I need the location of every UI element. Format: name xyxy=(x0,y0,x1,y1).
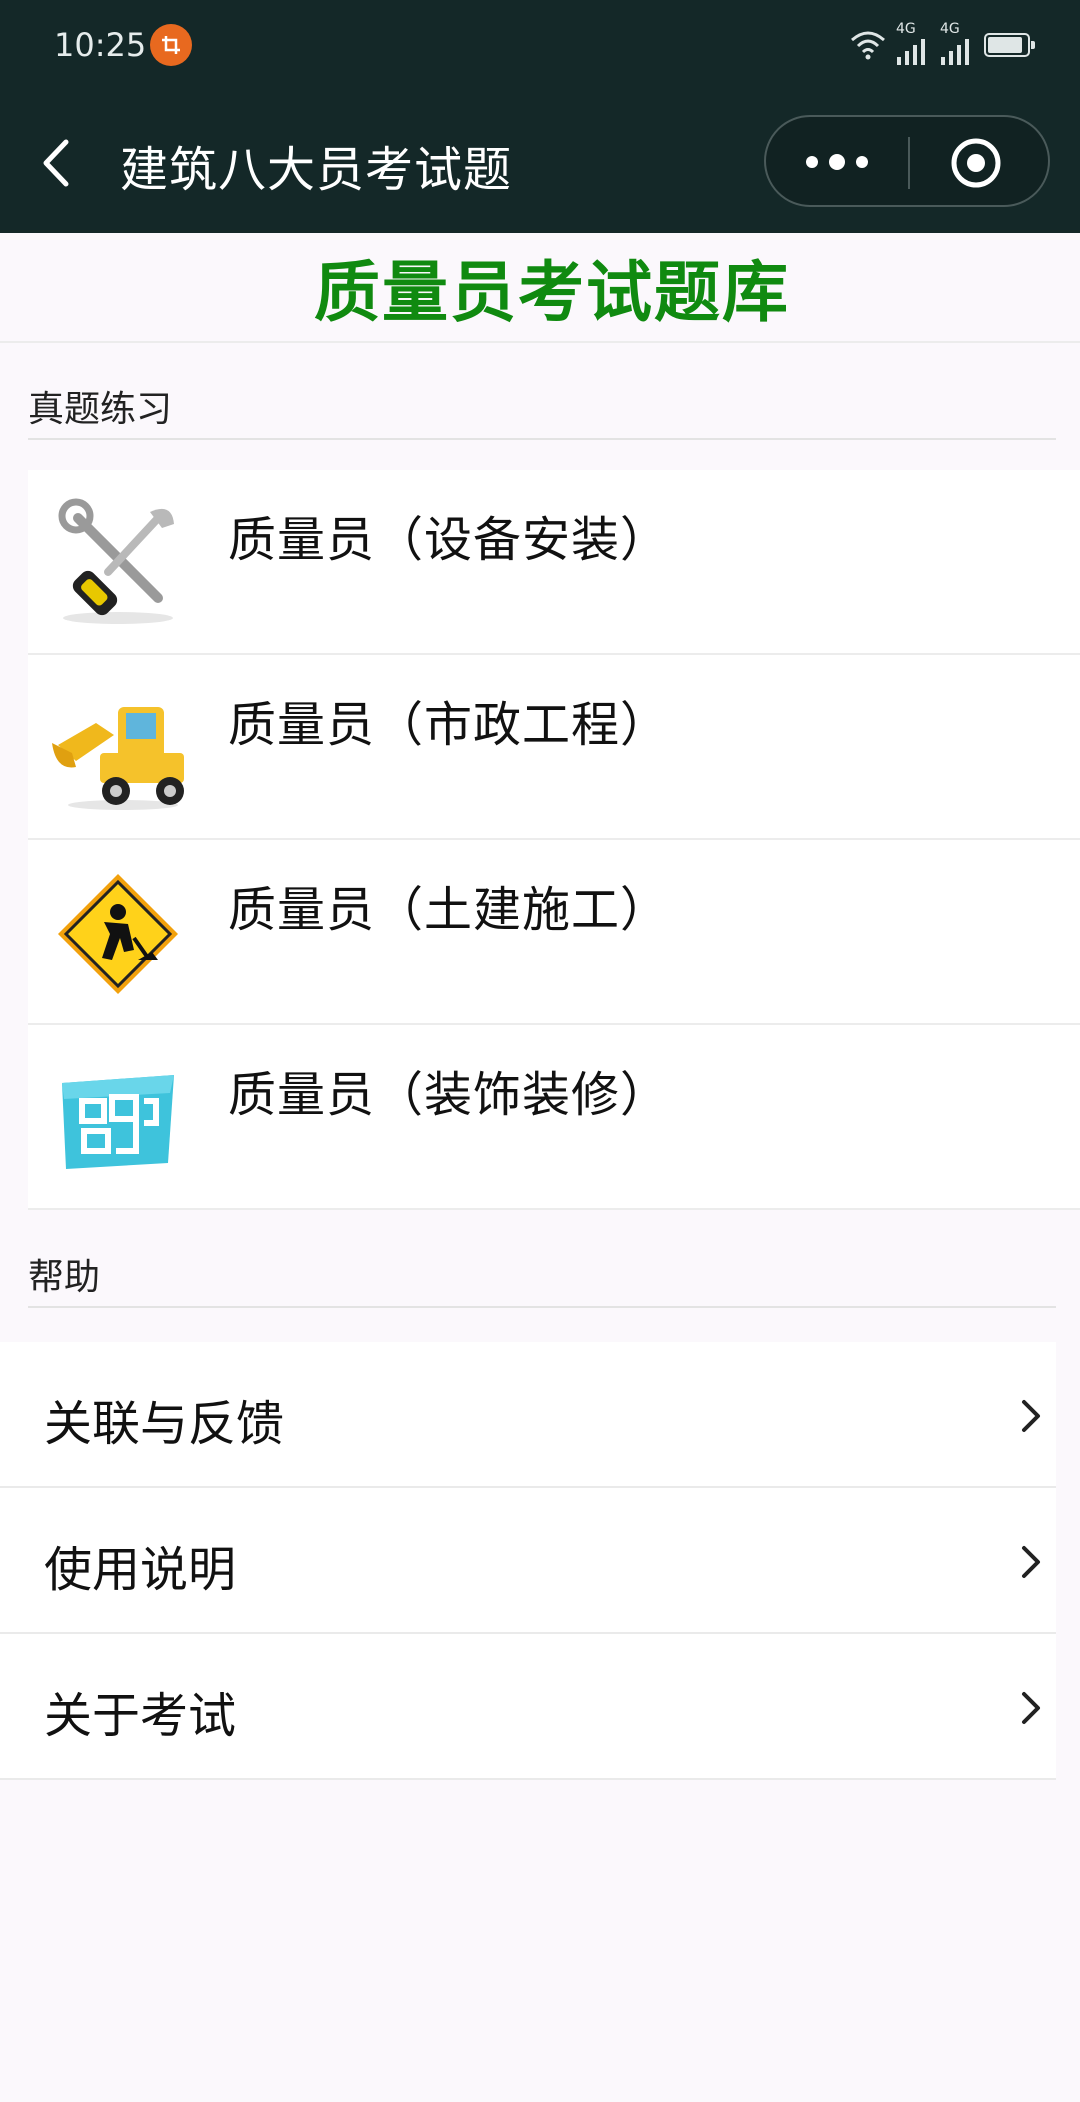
status-time: 10:25 xyxy=(54,26,147,64)
more-button[interactable] xyxy=(800,139,874,185)
list-item-label: 质量员（土建施工） xyxy=(228,882,670,938)
capsule-divider xyxy=(908,137,910,189)
list-item-label: 质量员（装饰装修） xyxy=(228,1067,670,1123)
list-item-label: 质量员（设备安装） xyxy=(228,512,670,568)
top-bar: 10:25 4G 4G 建筑八大员考试题 xyxy=(0,0,1080,233)
status-indicators: 4G 4G xyxy=(850,21,1035,68)
close-miniprogram-button[interactable] xyxy=(950,137,1002,189)
chevron-left-icon xyxy=(43,139,69,187)
chevron-right-icon xyxy=(1022,1692,1040,1724)
tools-icon xyxy=(48,498,188,628)
banner: 质量员考试题库 xyxy=(0,233,1080,343)
chevron-right-icon xyxy=(1022,1400,1040,1432)
signal-1: 4G xyxy=(896,21,930,65)
screenshot-notification-icon xyxy=(150,24,192,66)
miniprogram-capsule xyxy=(764,115,1050,207)
practice-list: 质量员（设备安装） 质量员（市政工程） 质量员（土建施工） 质量员（装饰装修） xyxy=(28,470,1080,1210)
network-type-2: 4G xyxy=(940,21,960,37)
help-item-label: 关联与反馈 xyxy=(44,1396,285,1452)
section-heading-help: 帮助 xyxy=(28,1248,1056,1308)
wifi-icon xyxy=(851,31,885,60)
chevron-right-icon xyxy=(1022,1546,1040,1578)
list-item-label: 质量员（市政工程） xyxy=(228,697,670,753)
list-item-equipment-install[interactable]: 质量员（设备安装） xyxy=(28,470,1080,655)
help-item-instructions[interactable]: 使用说明 xyxy=(0,1488,1056,1634)
help-item-about-exam[interactable]: 关于考试 xyxy=(0,1634,1056,1780)
floor-plan-icon xyxy=(48,1053,188,1183)
more-dots-icon xyxy=(806,154,868,170)
excavator-icon xyxy=(48,683,188,813)
list-item-decoration[interactable]: 质量员（装饰装修） xyxy=(28,1025,1080,1210)
network-type-1: 4G xyxy=(896,21,916,37)
banner-title: 质量员考试题库 xyxy=(314,254,790,331)
target-close-icon xyxy=(951,138,1001,188)
help-item-label: 使用说明 xyxy=(44,1542,237,1598)
signal-2: 4G xyxy=(940,21,974,65)
nav-title: 建筑八大员考试题 xyxy=(120,142,513,198)
battery-icon xyxy=(984,33,1035,57)
list-item-civil-construction[interactable]: 质量员（土建施工） xyxy=(28,840,1080,1025)
list-item-municipal-engineering[interactable]: 质量员（市政工程） xyxy=(28,655,1080,840)
help-item-label: 关于考试 xyxy=(44,1688,237,1744)
help-list: 关联与反馈 使用说明 关于考试 xyxy=(0,1342,1056,1780)
back-button[interactable] xyxy=(36,128,82,198)
road-work-sign-icon xyxy=(48,868,188,998)
section-heading-practice: 真题练习 xyxy=(28,380,1056,440)
help-item-feedback[interactable]: 关联与反馈 xyxy=(0,1342,1056,1488)
